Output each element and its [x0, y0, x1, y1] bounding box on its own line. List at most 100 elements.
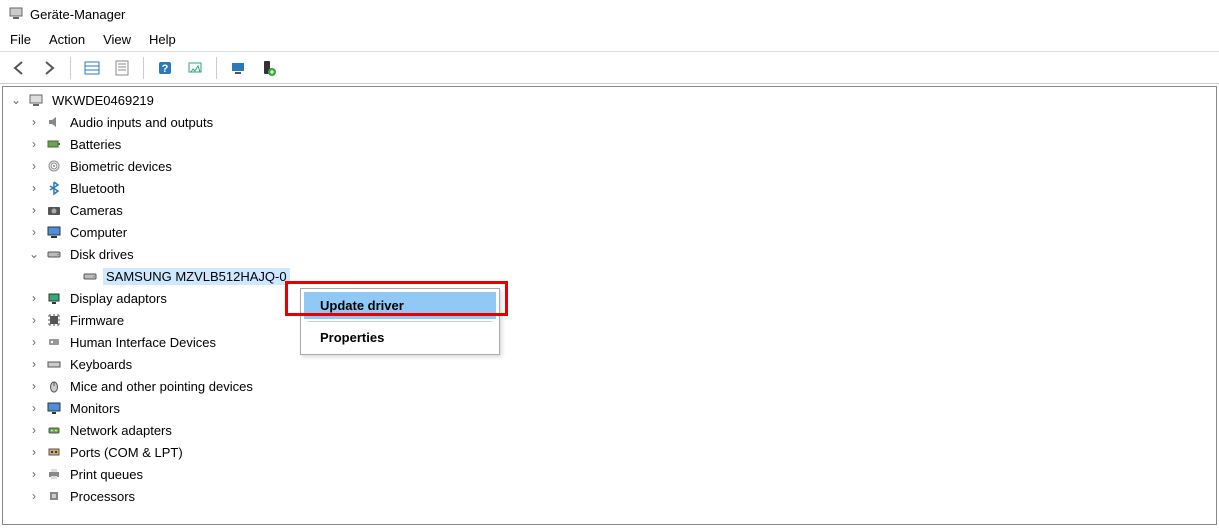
context-properties[interactable]: Properties — [304, 324, 496, 351]
titlebar: Geräte-Manager — [0, 0, 1219, 28]
forward-button[interactable] — [36, 55, 62, 81]
update-driver-button[interactable] — [225, 55, 251, 81]
tree-node-label: Human Interface Devices — [67, 334, 219, 351]
tree-expander[interactable]: › — [27, 445, 41, 459]
tree-node-label: Mice and other pointing devices — [67, 378, 256, 395]
app-icon — [8, 5, 24, 24]
tree-expander[interactable]: ⌄ — [9, 93, 23, 107]
tree-node-label: Network adapters — [67, 422, 175, 439]
port-icon — [45, 443, 63, 461]
context-menu-divider — [308, 321, 492, 322]
disk-icon — [81, 267, 99, 285]
monitor-icon — [45, 399, 63, 417]
cpu-icon — [45, 487, 63, 505]
display-icon — [45, 289, 63, 307]
tree-category-display[interactable]: › Display adaptors — [3, 287, 1216, 309]
toolbar-separator — [70, 57, 71, 79]
tree-node-label: WKWDE0469219 — [49, 92, 157, 109]
tree-category-speaker[interactable]: › Audio inputs and outputs — [3, 111, 1216, 133]
scan-button[interactable] — [182, 55, 208, 81]
tree-category-bluetooth[interactable]: › Bluetooth — [3, 177, 1216, 199]
tree-node-label: Computer — [67, 224, 130, 241]
menubar: File Action View Help — [0, 28, 1219, 52]
tree-expander[interactable]: › — [27, 203, 41, 217]
bluetooth-icon — [45, 179, 63, 197]
tree-node-label: Firmware — [67, 312, 127, 329]
keyboard-icon — [45, 355, 63, 373]
tree-category-disk[interactable]: ⌄ Disk drives — [3, 243, 1216, 265]
tree-category-firmware[interactable]: › Firmware — [3, 309, 1216, 331]
camera-icon — [45, 201, 63, 219]
tree-category-camera[interactable]: › Cameras — [3, 199, 1216, 221]
tree-category-monitor[interactable]: › Monitors — [3, 397, 1216, 419]
tree-category-keyboard[interactable]: › Keyboards — [3, 353, 1216, 375]
context-update-driver[interactable]: Update driver — [304, 292, 496, 319]
menu-file[interactable]: File — [10, 32, 31, 47]
toolbar-separator — [216, 57, 217, 79]
tree-device-disk[interactable]: SAMSUNG MZVLB512HAJQ-0 — [3, 265, 1216, 287]
tree-category-printer[interactable]: › Print queues — [3, 463, 1216, 485]
tree-category-port[interactable]: › Ports (COM & LPT) — [3, 441, 1216, 463]
fingerprint-icon — [45, 157, 63, 175]
tree-expander[interactable]: › — [27, 401, 41, 415]
tree-expander[interactable]: › — [27, 181, 41, 195]
tree-node-label: SAMSUNG MZVLB512HAJQ-0 — [103, 268, 290, 285]
tree-category-fingerprint[interactable]: › Biometric devices — [3, 155, 1216, 177]
tree-expander[interactable]: ⌄ — [27, 247, 41, 261]
tree-category-cpu[interactable]: › Processors — [3, 485, 1216, 507]
tree-node-label: Processors — [67, 488, 138, 505]
tree-expander[interactable]: › — [27, 291, 41, 305]
tree-category-mouse[interactable]: › Mice and other pointing devices — [3, 375, 1216, 397]
hid-icon — [45, 333, 63, 351]
tree-node-label: Display adaptors — [67, 290, 170, 307]
toolbar: ? — [0, 52, 1219, 84]
menu-action[interactable]: Action — [49, 32, 85, 47]
help-button[interactable]: ? — [152, 55, 178, 81]
tree-node-label: Biometric devices — [67, 158, 175, 175]
tree-category-battery[interactable]: › Batteries — [3, 133, 1216, 155]
tree-category-computer[interactable]: › Computer — [3, 221, 1216, 243]
properties-button[interactable] — [109, 55, 135, 81]
add-device-button[interactable] — [255, 55, 281, 81]
computer-icon — [45, 223, 63, 241]
mouse-icon — [45, 377, 63, 395]
tree-node-label: Bluetooth — [67, 180, 128, 197]
battery-icon — [45, 135, 63, 153]
network-icon — [45, 421, 63, 439]
context-menu: Update driver Properties — [300, 288, 500, 355]
tree-expander[interactable]: › — [27, 357, 41, 371]
svg-text:?: ? — [162, 63, 169, 75]
menu-help[interactable]: Help — [149, 32, 176, 47]
tree-expander[interactable]: › — [27, 467, 41, 481]
tree-expander[interactable]: › — [27, 115, 41, 129]
tree-root[interactable]: ⌄ WKWDE0469219 — [3, 89, 1216, 111]
tree-category-hid[interactable]: › Human Interface Devices — [3, 331, 1216, 353]
device-tree-pane[interactable]: ⌄ WKWDE0469219 › Audio inputs and outputs › B… — [2, 86, 1217, 525]
speaker-icon — [45, 113, 63, 131]
tree-expander[interactable]: › — [27, 313, 41, 327]
tree-node-label: Audio inputs and outputs — [67, 114, 216, 131]
tree-expander[interactable]: › — [27, 379, 41, 393]
tree-node-label: Ports (COM & LPT) — [67, 444, 186, 461]
tree-expander[interactable]: › — [27, 335, 41, 349]
window-title: Geräte-Manager — [30, 7, 125, 22]
tree-node-label: Cameras — [67, 202, 126, 219]
tree-category-network[interactable]: › Network adapters — [3, 419, 1216, 441]
tree-expander[interactable]: › — [27, 489, 41, 503]
tree-node-label: Disk drives — [67, 246, 137, 263]
tree-expander[interactable]: › — [27, 159, 41, 173]
computerRoot-icon — [27, 91, 45, 109]
tree-expander[interactable]: › — [27, 423, 41, 437]
tree-expander[interactable]: › — [27, 137, 41, 151]
tree-node-label: Monitors — [67, 400, 123, 417]
menu-view[interactable]: View — [103, 32, 131, 47]
tree-node-label: Batteries — [67, 136, 124, 153]
tree-node-label: Print queues — [67, 466, 146, 483]
toolbar-separator — [143, 57, 144, 79]
back-button[interactable] — [6, 55, 32, 81]
show-grid-button[interactable] — [79, 55, 105, 81]
tree-node-label: Keyboards — [67, 356, 135, 373]
disk-icon — [45, 245, 63, 263]
printer-icon — [45, 465, 63, 483]
tree-expander[interactable]: › — [27, 225, 41, 239]
